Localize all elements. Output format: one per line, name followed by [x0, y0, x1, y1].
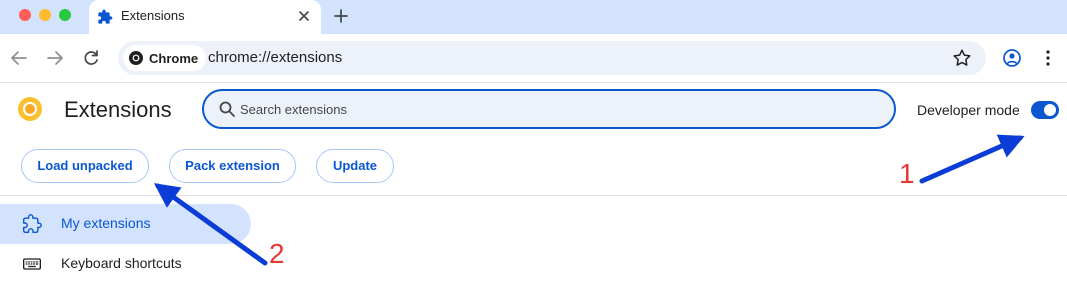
minimize-window-button[interactable]: [39, 9, 51, 21]
developer-mode-toggle[interactable]: [1031, 101, 1059, 119]
bookmark-star-icon[interactable]: [951, 47, 973, 69]
load-unpacked-button[interactable]: Load unpacked: [21, 149, 149, 183]
annotation-number-1: 1: [899, 158, 915, 189]
site-info-chip[interactable]: Chrome: [123, 45, 207, 71]
developer-mode-label: Developer mode: [917, 102, 1020, 118]
search-icon: [219, 101, 235, 117]
search-bar[interactable]: [202, 89, 896, 129]
toggle-knob: [1044, 104, 1056, 116]
browser-toolbar: Chrome chrome://extensions: [0, 34, 1067, 83]
sidebar-item-my-extensions[interactable]: My extensions: [0, 204, 251, 244]
extensions-logo: [18, 97, 42, 121]
profile-icon[interactable]: [998, 44, 1026, 72]
tab-strip: Extensions: [0, 0, 1067, 34]
pack-extension-button[interactable]: Pack extension: [169, 149, 296, 183]
reload-icon[interactable]: [77, 44, 105, 72]
chrome-icon: [129, 51, 143, 65]
sidebar-item-label: My extensions: [61, 215, 151, 231]
tab-title: Extensions: [121, 8, 185, 23]
update-button[interactable]: Update: [316, 149, 394, 183]
url-text: chrome://extensions: [208, 49, 343, 66]
back-icon[interactable]: [5, 44, 33, 72]
forward-icon[interactable]: [41, 44, 69, 72]
maximize-window-button[interactable]: [59, 9, 71, 21]
menu-icon[interactable]: [1034, 44, 1062, 72]
sidebar-item-label: Keyboard shortcuts: [61, 255, 182, 271]
site-chip-label: Chrome: [149, 50, 199, 66]
search-input[interactable]: [240, 98, 880, 120]
keyboard-icon: [23, 258, 41, 270]
puzzle-outline-icon: [22, 214, 42, 234]
header-divider: [0, 195, 1067, 196]
page-title: Extensions: [64, 97, 172, 122]
tab-extensions[interactable]: Extensions: [89, 0, 321, 34]
address-bar[interactable]: Chrome chrome://extensions: [118, 41, 986, 75]
close-window-button[interactable]: [19, 9, 31, 21]
new-tab-icon[interactable]: [330, 5, 352, 27]
close-tab-icon[interactable]: [293, 5, 315, 27]
arrow-to-developer-mode: [919, 134, 1025, 184]
puzzle-icon: [98, 9, 113, 24]
sidebar-item-keyboard-shortcuts[interactable]: Keyboard shortcuts: [0, 244, 251, 284]
annotation-number-2: 2: [269, 238, 285, 269]
